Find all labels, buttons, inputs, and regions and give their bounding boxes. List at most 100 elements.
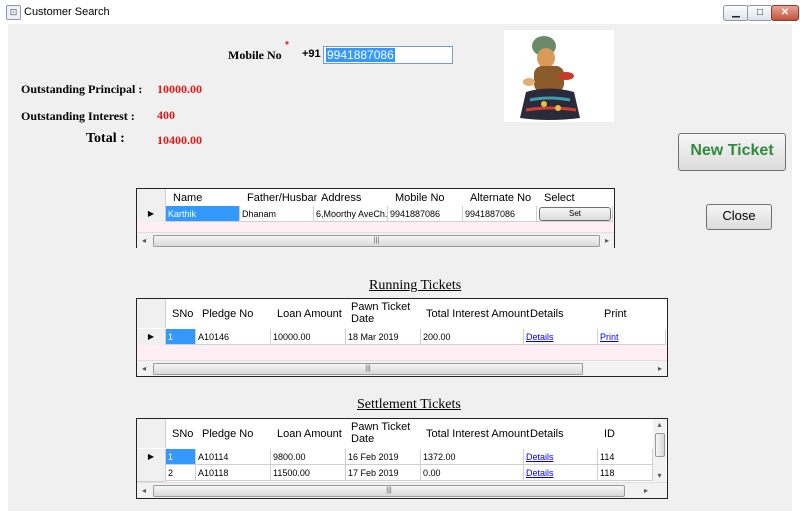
header-name[interactable]: Name	[173, 192, 202, 204]
cell-pawn-ticket-date[interactable]: 16 Feb 2019	[346, 449, 421, 465]
scroll-left-icon[interactable]: ◂	[137, 483, 151, 498]
outstanding-principal-value: 10000.00	[157, 82, 202, 96]
cell-pledge-no[interactable]: A10114	[196, 449, 271, 465]
window-frame-right	[792, 24, 800, 519]
cell-father[interactable]: Dhanam	[240, 206, 314, 222]
total-value: 10400.00	[157, 133, 202, 147]
cell-total-interest[interactable]: 1372.00	[421, 449, 524, 465]
header-pledge-no[interactable]: Pledge No	[202, 308, 253, 320]
cell-loan-amount[interactable]: 11500.00	[271, 465, 346, 481]
cell-select: Set	[537, 206, 613, 222]
scroll-right-icon[interactable]: ▸	[653, 361, 667, 376]
cell-address[interactable]: 6,Moorthy AveCh...	[314, 206, 388, 222]
maximize-button[interactable]: □	[747, 5, 773, 21]
total-label: Total :	[86, 131, 125, 146]
settlement-hscrollbar[interactable]: ◂ ||| ▸	[137, 482, 667, 498]
header-sno[interactable]: SNo	[172, 428, 193, 440]
cell-name[interactable]: Karthik	[166, 206, 240, 222]
scroll-left-icon[interactable]: ◂	[137, 361, 151, 376]
details-link[interactable]: Details	[524, 449, 598, 465]
outstanding-interest-value: 400	[157, 108, 175, 122]
header-loan-amount[interactable]: Loan Amount	[277, 428, 342, 440]
close-button[interactable]: Close	[706, 204, 772, 230]
header-address[interactable]: Address	[321, 192, 361, 204]
details-link[interactable]: Details	[524, 329, 598, 345]
header-details[interactable]: Details	[530, 308, 564, 320]
window-title: Customer Search	[24, 6, 110, 18]
scroll-thumb[interactable]: |||	[153, 235, 600, 247]
running-tickets-title: Running Tickets	[369, 278, 462, 293]
cell-pledge-no[interactable]: A10146	[196, 329, 271, 345]
outstanding-principal-label: Outstanding Principal :	[21, 82, 143, 96]
print-link[interactable]: Print	[598, 329, 666, 345]
app-icon: ⊡	[6, 5, 21, 20]
details-link[interactable]: Details	[524, 465, 598, 481]
grid-corner	[137, 419, 166, 448]
title-bar: ⊡ Customer Search ▁ □ ✕	[0, 0, 800, 25]
header-details[interactable]: Details	[530, 428, 564, 440]
header-pledge-no[interactable]: Pledge No	[202, 428, 253, 440]
cell-id[interactable]: 118	[598, 465, 653, 481]
cell-mobile[interactable]: 9941887086	[388, 206, 463, 222]
grid-corner	[137, 189, 166, 206]
required-mark: *	[285, 40, 289, 51]
settlement-vscrollbar[interactable]: ▴ ▾	[653, 419, 666, 482]
cell-loan-amount[interactable]: 9800.00	[271, 449, 346, 465]
cell-pawn-ticket-date[interactable]: 18 Mar 2019	[346, 329, 421, 345]
grid-empty-area	[137, 222, 614, 232]
puppet-figure-image	[520, 36, 580, 120]
scroll-thumb[interactable]: |||	[153, 363, 583, 375]
window-frame-bottom	[0, 511, 800, 519]
cell-loan-amount[interactable]: 10000.00	[271, 329, 346, 345]
running-tickets-hscrollbar[interactable]: ◂ ||| ▸	[137, 360, 667, 376]
new-ticket-button[interactable]: New Ticket	[678, 133, 786, 171]
cell-pledge-no[interactable]: A10118	[196, 465, 271, 481]
cell-pawn-ticket-date[interactable]: 17 Feb 2019	[346, 465, 421, 481]
vscroll-thumb[interactable]	[655, 433, 665, 457]
form-client-area: Mobile No * +91 9941887086 Outstanding P…	[8, 24, 792, 511]
cell-sno[interactable]: 2	[166, 465, 196, 481]
header-id[interactable]: ID	[604, 428, 615, 440]
outstanding-interest-label: Outstanding Interest :	[21, 109, 135, 123]
grid-corner	[137, 299, 166, 328]
mobile-input-value: 9941887086	[326, 48, 395, 62]
row-pointer-icon[interactable]: ▶	[137, 206, 166, 223]
scroll-right-icon[interactable]: ▸	[639, 483, 653, 498]
header-father-husband[interactable]: Father/Husband	[247, 192, 317, 204]
cell-total-interest[interactable]: 0.00	[421, 465, 524, 481]
cell-sno[interactable]: 1	[166, 329, 196, 345]
close-window-button[interactable]: ✕	[771, 5, 799, 21]
header-select[interactable]: Select	[544, 192, 575, 204]
row-pointer-icon[interactable]: ▶	[137, 329, 166, 346]
country-code: +91	[302, 48, 321, 60]
header-print[interactable]: Print	[604, 308, 627, 320]
settlement-tickets-grid: SNo Pledge No Loan Amount Pawn Ticket Da…	[136, 418, 668, 499]
scroll-right-icon[interactable]: ▸	[600, 233, 614, 248]
cell-total-interest[interactable]: 200.00	[421, 329, 524, 345]
scroll-up-icon[interactable]: ▴	[653, 419, 666, 431]
running-tickets-grid: SNo Pledge No Loan Amount Pawn Ticket Da…	[136, 298, 668, 377]
header-total-interest-amount[interactable]: Total Interest Amount	[426, 428, 529, 440]
header-pawn-ticket-date[interactable]: Pawn Ticket Date	[351, 421, 421, 445]
cell-sno[interactable]: 1	[166, 449, 196, 465]
row-header[interactable]	[137, 465, 166, 482]
scroll-left-icon[interactable]: ◂	[137, 233, 151, 248]
cell-id[interactable]: 114	[598, 449, 653, 465]
minimize-button[interactable]: ▁	[723, 5, 749, 21]
cell-alternate[interactable]: 9941887086	[463, 206, 537, 222]
header-pawn-ticket-date[interactable]: Pawn Ticket Date	[351, 301, 421, 325]
row-pointer-icon[interactable]: ▶	[137, 449, 166, 466]
header-loan-amount[interactable]: Loan Amount	[277, 308, 342, 320]
customer-grid: Name Father/Husband Address Mobile No Al…	[136, 188, 615, 248]
mobile-input[interactable]: 9941887086	[323, 46, 453, 64]
settlement-tickets-title: Settlement Tickets	[357, 397, 461, 412]
scroll-down-icon[interactable]: ▾	[653, 470, 666, 482]
header-total-interest-amount[interactable]: Total Interest Amount	[426, 308, 529, 320]
header-mobile-no[interactable]: Mobile No	[395, 192, 445, 204]
grid-empty-area	[137, 345, 667, 360]
header-sno[interactable]: SNo	[172, 308, 193, 320]
header-alternate-no[interactable]: Alternate No	[470, 192, 531, 204]
scroll-thumb[interactable]: |||	[153, 485, 625, 497]
set-button[interactable]: Set	[539, 207, 611, 221]
customer-grid-hscrollbar[interactable]: ◂ ||| ▸	[137, 232, 614, 248]
